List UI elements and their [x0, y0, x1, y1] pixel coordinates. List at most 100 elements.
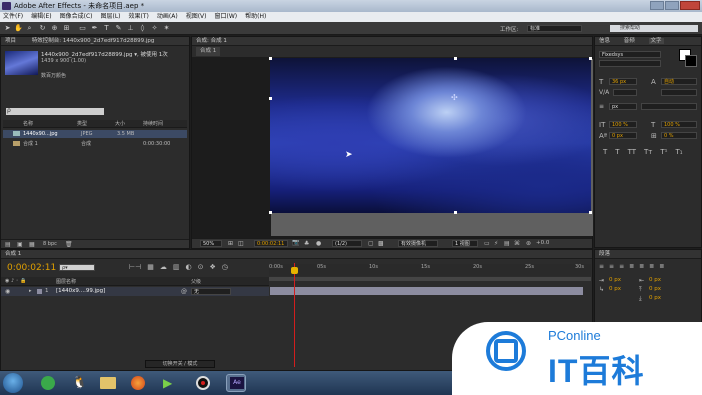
horizontal-scale-field[interactable]: 100 % [661, 121, 697, 128]
tab-character[interactable]: 文字 [648, 38, 664, 44]
transform-handle[interactable] [454, 57, 457, 60]
workspace-select[interactable]: 标准 [527, 25, 582, 32]
tab-info[interactable]: 信息 [599, 38, 610, 44]
transform-handle[interactable] [269, 57, 272, 60]
taskbar-app[interactable] [38, 374, 58, 392]
layer-duration-bar[interactable] [270, 287, 583, 295]
justify-all-icon[interactable]: ≣ [659, 263, 664, 270]
column-parent[interactable]: 父级 [191, 278, 201, 285]
tab-composition[interactable]: 合成: 合成 1 [196, 38, 227, 44]
taskbar-app[interactable]: 🐧 [68, 374, 88, 392]
footage-image[interactable] [270, 58, 591, 213]
menu-view[interactable]: 视图(V) [186, 12, 207, 22]
close-button[interactable] [680, 1, 700, 10]
snapshot-icon[interactable]: 📷 [292, 239, 299, 246]
anchor-point-icon[interactable]: ✣ [451, 93, 458, 102]
taskbar-app[interactable] [128, 374, 148, 392]
new-folder-icon[interactable]: ▣ [17, 241, 23, 248]
grid-icon[interactable]: ⊞ [228, 240, 233, 247]
brainstorm-icon[interactable]: ❖ [209, 263, 215, 271]
mask-visibility-icon[interactable]: ◫ [238, 240, 244, 247]
font-size-field[interactable]: 36 px [609, 78, 637, 85]
align-right-icon[interactable]: ≡ [619, 263, 624, 270]
stroke-color-swatch[interactable] [685, 55, 697, 67]
playhead-handle[interactable] [291, 267, 298, 274]
frame-blending-icon[interactable]: ▥ [173, 263, 180, 271]
vertical-scale-field[interactable]: 100 % [609, 121, 637, 128]
exposure-value[interactable]: +0.0 [536, 240, 549, 246]
column-layer-name[interactable]: 图层名称 [56, 278, 76, 285]
maximize-button[interactable] [665, 1, 679, 10]
menu-window[interactable]: 窗口(W) [214, 12, 237, 22]
zoom-tool-icon[interactable]: ⌕ [25, 24, 34, 33]
layer-row[interactable]: ◉ ▸ 1 [1440x9....99.jpg] @ 无 [1, 287, 269, 296]
taskbar-app[interactable] [193, 374, 213, 392]
space-after-field[interactable]: 0 px [649, 295, 661, 301]
work-area-bar[interactable] [269, 277, 591, 281]
project-search-input[interactable]: ρ [6, 107, 104, 115]
taskbar-app-active[interactable]: Ae [226, 374, 246, 392]
column-size[interactable]: 大小 [115, 120, 125, 128]
subscript-button[interactable]: T₁ [675, 148, 682, 156]
superscript-button[interactable]: T¹ [660, 148, 667, 156]
roto-tool-icon[interactable]: ✧ [150, 24, 159, 33]
column-name[interactable]: 名称 [23, 120, 33, 128]
comp-sub-tab[interactable]: 合成 1 [196, 47, 221, 56]
parent-pickwhip-icon[interactable]: @ [181, 288, 187, 295]
pen-tool-icon[interactable]: ✒ [90, 24, 99, 33]
taskbar-app[interactable] [98, 374, 118, 392]
camera-select[interactable]: 有效摄像机 [398, 240, 438, 247]
tab-timeline-comp[interactable]: 合成 1 [5, 251, 21, 257]
list-item[interactable]: 合成 1 合成 0:00:30:00 [3, 140, 187, 148]
stroke-style-select[interactable] [641, 103, 697, 110]
comp-timecode[interactable]: 0:00:02:11 [254, 240, 288, 247]
transparency-grid-icon[interactable]: ▩ [378, 240, 384, 247]
stroke-width-field[interactable]: px [609, 103, 637, 110]
justify-left-icon[interactable]: ≣ [629, 263, 634, 270]
font-style-select[interactable] [599, 60, 661, 67]
tab-paragraph[interactable]: 段落 [599, 251, 610, 257]
text-tool-icon[interactable]: T [102, 24, 111, 33]
trash-icon[interactable]: 🗑 [65, 241, 73, 248]
interpret-footage-icon[interactable]: ▤ [5, 241, 11, 248]
transform-handle[interactable] [589, 211, 592, 214]
timeline-search-input[interactable]: ρ▾ [59, 264, 95, 271]
new-composition-icon[interactable]: ▦ [29, 241, 35, 248]
menu-animation[interactable]: 动画(A) [157, 12, 178, 22]
column-type[interactable]: 类型 [77, 120, 87, 128]
space-before-field[interactable]: 0 px [649, 286, 661, 292]
menu-composition[interactable]: 图像合成(C) [60, 12, 93, 22]
tab-project[interactable]: 项目 [5, 38, 16, 44]
zoom-select[interactable]: 50% [200, 240, 222, 247]
exposure-reset-icon[interactable]: ⊛ [526, 240, 531, 247]
flowchart-icon[interactable]: ⌘ [514, 240, 520, 247]
region-of-interest-icon[interactable]: ▢ [368, 240, 374, 247]
tsume-field[interactable]: 0 % [661, 132, 697, 139]
clone-tool-icon[interactable]: ⊥ [126, 24, 135, 33]
eraser-tool-icon[interactable]: ◊ [138, 24, 147, 33]
auto-keyframe-icon[interactable]: ◷ [222, 263, 228, 271]
show-channel-icon[interactable]: ♣ [304, 240, 309, 247]
transform-handle[interactable] [269, 97, 272, 100]
visibility-icon[interactable]: ◉ [5, 288, 10, 295]
indent-left-field[interactable]: 0 px [609, 277, 621, 283]
current-time-indicator[interactable] [294, 263, 295, 367]
menu-help[interactable]: 帮助(H) [245, 12, 266, 22]
selection-tool-icon[interactable]: ➤ [3, 24, 12, 33]
rotate-tool-icon[interactable]: ↻ [38, 24, 47, 33]
toggle-switches-modes-button[interactable]: 切换开关 / 模式 [145, 360, 215, 368]
all-caps-button[interactable]: TT [628, 148, 636, 156]
camera-tool-icon[interactable]: ⊕ [50, 24, 59, 33]
indent-right-field[interactable]: 0 px [649, 277, 661, 283]
align-left-icon[interactable]: ≡ [599, 263, 604, 270]
toggle-pixel-aspect-icon[interactable]: ▭ [484, 240, 490, 247]
timeline-icon[interactable]: ▤ [504, 240, 510, 247]
justify-center-icon[interactable]: ≣ [639, 263, 644, 270]
color-depth-label[interactable]: 8 bpc [43, 241, 57, 247]
transform-handle[interactable] [269, 211, 272, 214]
graph-editor-icon[interactable]: ⊙ [198, 263, 204, 271]
layer-name[interactable]: [1440x9....99.jpg] [56, 288, 105, 294]
help-search-input[interactable]: 搜索帮助 [610, 25, 698, 32]
tab-audio[interactable]: 音频 [624, 38, 635, 44]
align-center-icon[interactable]: ≡ [609, 263, 614, 270]
